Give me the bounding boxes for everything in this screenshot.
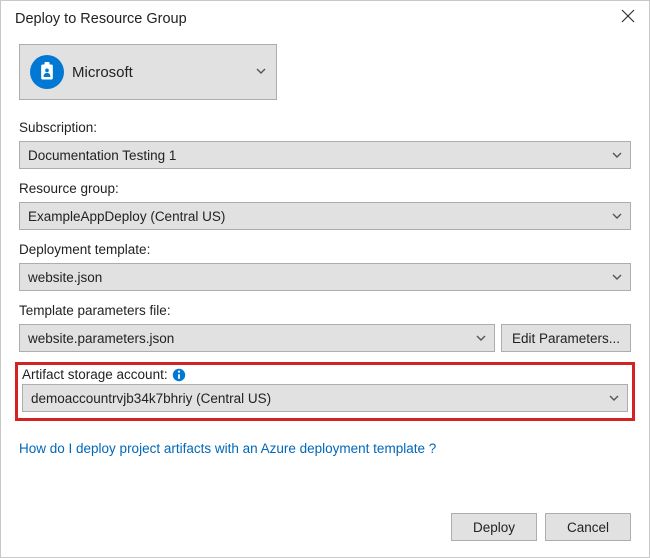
parameters-file-select[interactable]: website.parameters.json (19, 324, 495, 352)
account-name: Microsoft (72, 64, 133, 81)
edit-parameters-button[interactable]: Edit Parameters... (501, 324, 631, 352)
chevron-down-icon (476, 331, 486, 346)
parameters-file-label: Template parameters file: (19, 303, 631, 318)
resource-group-select[interactable]: ExampleAppDeploy (Central US) (19, 202, 631, 230)
chevron-down-icon (609, 391, 619, 406)
deploy-button[interactable]: Deploy (451, 513, 537, 541)
artifact-label-text: Artifact storage account: (22, 367, 168, 382)
dialog-body: Microsoft Subscription: Documentation Te… (1, 34, 649, 503)
subscription-select[interactable]: Documentation Testing 1 (19, 141, 631, 169)
artifact-highlight: Artifact storage account: demoaccountrvj… (15, 362, 635, 421)
dialog-window: Deploy to Resource Group Microsoft Subsc… (0, 0, 650, 558)
parameters-file-value: website.parameters.json (28, 331, 174, 346)
artifact-label: Artifact storage account: (22, 367, 628, 382)
artifact-value: demoaccountrvjb34k7bhriy (Central US) (31, 391, 271, 406)
subscription-label: Subscription: (19, 120, 631, 135)
dialog-footer: Deploy Cancel (1, 503, 649, 557)
parameters-file-row: website.parameters.json Edit Parameters.… (19, 324, 631, 352)
template-value: website.json (28, 270, 102, 285)
chevron-down-icon (612, 270, 622, 285)
window-title: Deploy to Resource Group (15, 11, 187, 27)
template-label: Deployment template: (19, 242, 631, 257)
account-selector[interactable]: Microsoft (19, 44, 277, 100)
help-link[interactable]: How do I deploy project artifacts with a… (19, 441, 631, 456)
titlebar: Deploy to Resource Group (1, 1, 649, 34)
template-select[interactable]: website.json (19, 263, 631, 291)
resource-group-label: Resource group: (19, 181, 631, 196)
account-badge-icon (30, 55, 64, 89)
info-icon (172, 368, 186, 382)
chevron-down-icon (612, 148, 622, 163)
chevron-down-icon (256, 63, 266, 81)
cancel-button[interactable]: Cancel (545, 513, 631, 541)
close-button[interactable] (621, 9, 635, 28)
artifact-select[interactable]: demoaccountrvjb34k7bhriy (Central US) (22, 384, 628, 412)
chevron-down-icon (612, 209, 622, 224)
close-icon (621, 9, 635, 23)
subscription-value: Documentation Testing 1 (28, 148, 176, 163)
resource-group-value: ExampleAppDeploy (Central US) (28, 209, 225, 224)
